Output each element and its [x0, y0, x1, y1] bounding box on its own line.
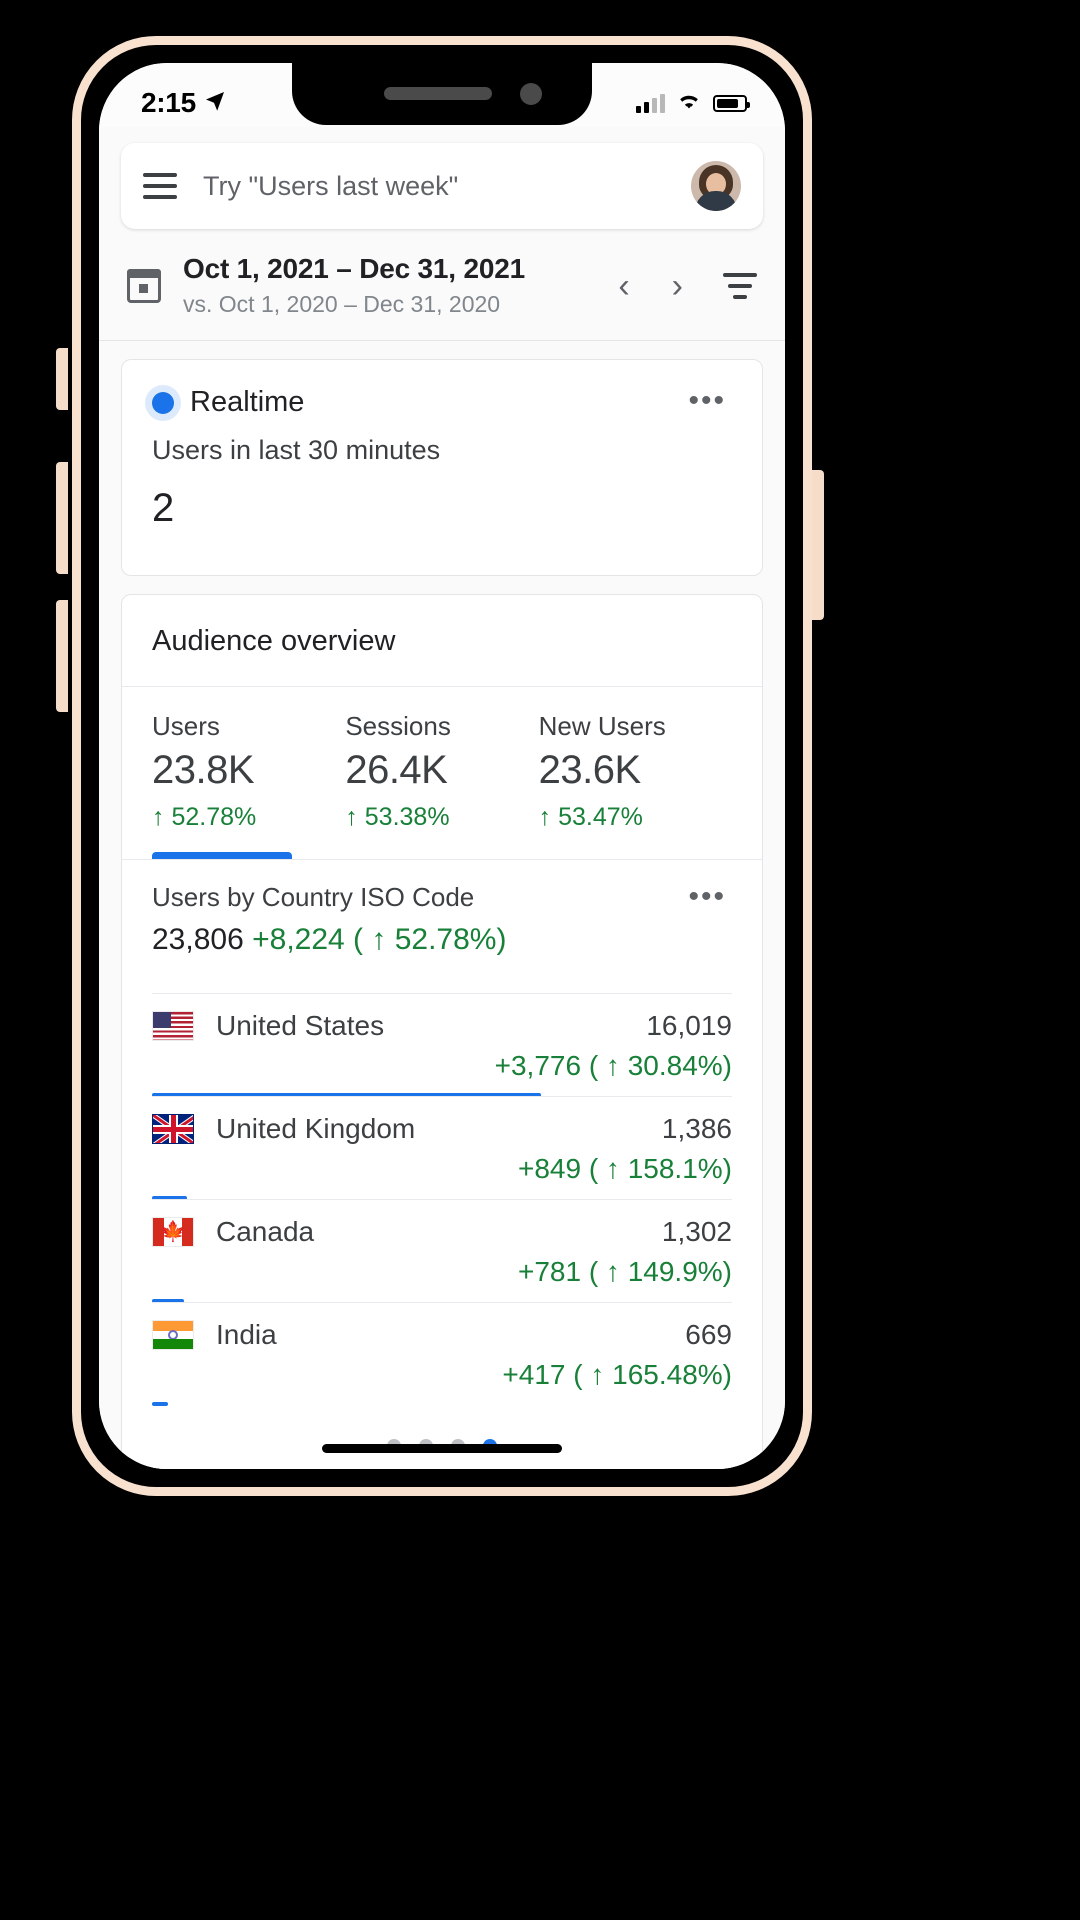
phone-bezel: 2:15 Try "Users last week" Oct 1, 2021 –… — [90, 54, 794, 1478]
realtime-card-header: Realtime ••• — [122, 360, 762, 419]
hamburger-menu-icon[interactable] — [143, 173, 177, 199]
metric-label: New Users — [538, 711, 666, 741]
battery-icon — [713, 94, 750, 112]
avatar[interactable] — [691, 161, 741, 211]
dimension-header: Users by Country ISO Code 23,806 +8,224 … — [122, 860, 762, 957]
status-bar-clock: 2:15 — [141, 87, 196, 118]
table-row-top: United Kingdom 1,386 — [152, 1113, 732, 1145]
dimension-total: 23,806 +8,224 ( ↑ 52.78%) — [152, 923, 506, 957]
phone-screen: 2:15 Try "Users last week" Oct 1, 2021 –… — [99, 63, 785, 1469]
dimension-total-value: 23,806 — [152, 923, 244, 956]
calendar-icon[interactable] — [127, 268, 161, 303]
metric-new-users[interactable]: New Users 23.6K ↑ 53.47% — [539, 711, 732, 832]
flag-united-states-icon — [152, 1011, 194, 1041]
realtime-card[interactable]: Realtime ••• Users in last 30 minutes 2 — [121, 359, 763, 576]
metric-delta: ↑ 52.78% — [152, 803, 257, 831]
selected-metric-underline — [152, 852, 292, 859]
phone-mockup-frame: 2:15 Try "Users last week" Oct 1, 2021 –… — [72, 36, 812, 1496]
screenshot-stage: 2:15 Try "Users last week" Oct 1, 2021 –… — [0, 0, 1080, 1920]
realtime-title: Realtime — [190, 386, 305, 418]
home-indicator[interactable] — [322, 1444, 562, 1453]
location-arrow-icon — [203, 89, 227, 118]
filter-icon[interactable] — [723, 272, 757, 299]
metric-label: Users — [152, 711, 220, 741]
flag-canada-icon: 🍁 — [152, 1217, 194, 1247]
country-value: 669 — [685, 1319, 732, 1350]
date-range-primary: Oct 1, 2021 – Dec 31, 2021 — [183, 253, 525, 284]
next-period-button[interactable]: › — [662, 269, 693, 303]
dimension-total-delta: +8,224 ( ↑ 52.78%) — [252, 923, 507, 956]
metric-sessions[interactable]: Sessions 26.4K ↑ 53.38% — [345, 711, 538, 832]
country-delta: +417 ( ↑ 165.48%) — [502, 1359, 732, 1390]
realtime-title-group: Realtime — [152, 386, 304, 419]
date-range-text[interactable]: Oct 1, 2021 – Dec 31, 2021 vs. Oct 1, 20… — [183, 253, 586, 318]
dashboard-scroll-area: Realtime ••• Users in last 30 minutes 2 … — [99, 359, 785, 1469]
dimension-title: Users by Country ISO Code — [152, 882, 475, 912]
date-range-comparison: vs. Oct 1, 2020 – Dec 31, 2020 — [183, 291, 501, 317]
country-name: United States — [216, 1010, 385, 1041]
search-input[interactable]: Try "Users last week" — [203, 171, 665, 202]
country-value: 16,019 — [646, 1010, 732, 1041]
metric-delta: ↑ 53.38% — [345, 803, 450, 831]
wifi-icon — [676, 91, 702, 116]
earpiece-speaker — [384, 87, 492, 100]
dimension-overflow-menu-icon[interactable]: ••• — [682, 882, 732, 912]
realtime-overflow-menu-icon[interactable]: ••• — [682, 386, 732, 416]
country-value: 1,386 — [661, 1113, 732, 1144]
country-progress-bar — [152, 1402, 169, 1406]
status-bar-left: 2:15 — [141, 87, 227, 119]
realtime-value: 2 — [152, 486, 175, 530]
previous-period-button[interactable]: ‹ — [608, 269, 639, 303]
table-row-top: India 669 — [152, 1319, 732, 1351]
realtime-subtitle: Users in last 30 minutes — [152, 435, 441, 465]
cellular-signal-icon — [636, 93, 665, 113]
flag-united-kingdom-icon — [152, 1114, 194, 1144]
phone-silent-switch — [56, 348, 68, 410]
country-name: Canada — [216, 1216, 315, 1247]
card-pagination-dots — [122, 1405, 762, 1469]
front-camera-icon — [520, 83, 542, 105]
realtime-indicator-dot — [152, 391, 174, 414]
table-row-top: 🍁 Canada 1,302 — [152, 1216, 732, 1248]
audience-metrics-wrap: Users 23.8K ↑ 52.78% Sessions 26.4K ↑ 53… — [122, 687, 762, 860]
audience-metrics: Users 23.8K ↑ 52.78% Sessions 26.4K ↑ 53… — [122, 687, 762, 832]
phone-volume-down-button — [56, 600, 68, 712]
audience-card-title: Audience overview — [122, 595, 762, 687]
table-row[interactable]: United Kingdom 1,386 +849 ( ↑ 158.1%) — [152, 1096, 732, 1200]
phone-power-button — [812, 470, 824, 620]
analytics-app: Try "Users last week" Oct 1, 2021 – Dec … — [99, 127, 785, 1469]
flag-india-icon — [152, 1320, 194, 1350]
table-row[interactable]: 🍁 Canada 1,302 +781 ( ↑ 149.9%) — [152, 1199, 732, 1303]
metric-delta: ↑ 53.47% — [538, 803, 643, 831]
country-delta: +781 ( ↑ 149.9%) — [517, 1256, 732, 1287]
country-name: United Kingdom — [216, 1113, 416, 1144]
country-value: 1,302 — [661, 1216, 732, 1247]
phone-notch — [292, 63, 592, 125]
metric-value: 23.6K — [538, 748, 642, 792]
country-rows: United States 16,019 +3,776 ( ↑ 30.84%) — [122, 957, 762, 1406]
dimension-text-group: Users by Country ISO Code 23,806 +8,224 … — [152, 882, 506, 957]
country-delta: +3,776 ( ↑ 30.84%) — [494, 1050, 732, 1081]
metric-value: 26.4K — [345, 748, 448, 792]
audience-overview-card[interactable]: Audience overview Users 23.8K ↑ 52.78% S… — [121, 594, 763, 1469]
country-delta: +849 ( ↑ 158.1%) — [517, 1153, 732, 1184]
metric-label: Sessions — [345, 711, 451, 741]
status-bar-right — [636, 91, 750, 116]
table-row[interactable]: United States 16,019 +3,776 ( ↑ 30.84%) — [152, 993, 732, 1097]
metric-users[interactable]: Users 23.8K ↑ 52.78% — [152, 711, 345, 832]
date-range-bar: Oct 1, 2021 – Dec 31, 2021 vs. Oct 1, 20… — [99, 253, 785, 341]
search-bar[interactable]: Try "Users last week" — [121, 143, 763, 229]
table-row[interactable]: India 669 +417 ( ↑ 165.48%) — [152, 1302, 732, 1406]
phone-volume-up-button — [56, 462, 68, 574]
country-name: India — [216, 1319, 277, 1350]
table-row-top: United States 16,019 — [152, 1010, 732, 1042]
metric-value: 23.8K — [152, 748, 255, 792]
